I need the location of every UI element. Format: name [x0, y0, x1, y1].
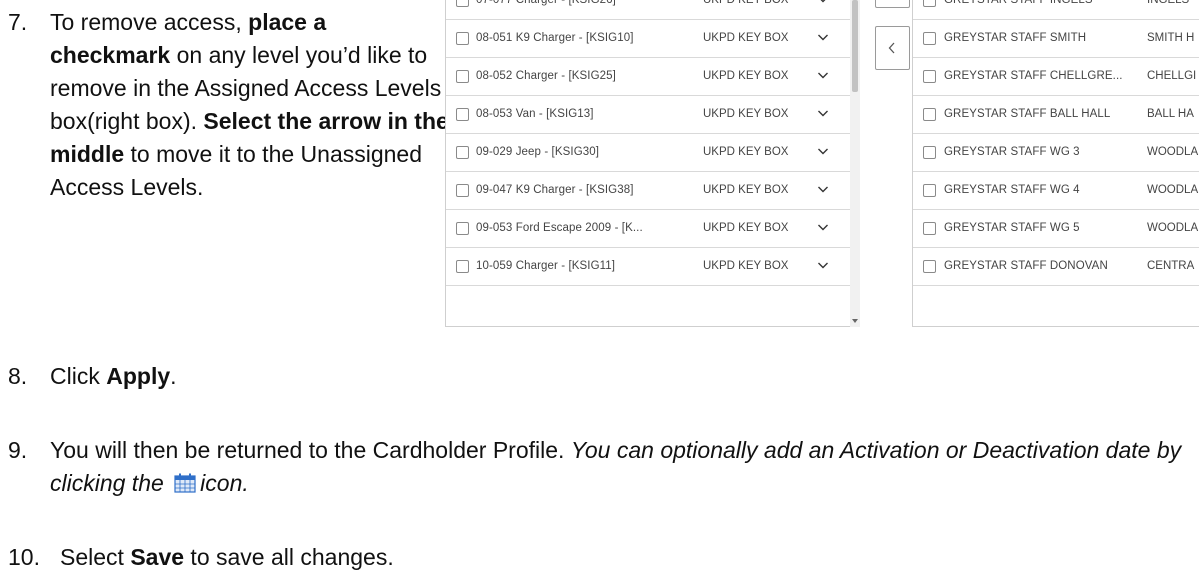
list-item[interactable]: 09-053 Ford Escape 2009 - [K... UKPD KEY …	[446, 210, 856, 248]
move-left-button[interactable]	[875, 26, 910, 70]
scroll-down-arrow-icon[interactable]	[852, 319, 858, 323]
access-level-name: 09-053 Ford Escape 2009 - [K...	[476, 222, 643, 234]
access-level-type: WOODLA	[1147, 184, 1199, 196]
chevron-left-icon	[888, 42, 895, 54]
step-8-text: Click Apply.	[50, 360, 177, 393]
access-level-type: UKPD KEY BOX	[703, 260, 789, 272]
row-checkbox[interactable]	[923, 0, 936, 7]
access-level-name: 07-077 Charger - [KSIG26]	[476, 0, 616, 6]
row-checkbox[interactable]	[923, 32, 936, 45]
access-level-name: 08-052 Charger - [KSIG25]	[476, 70, 616, 82]
step-number: 10.	[8, 544, 40, 570]
list-item[interactable]: 07-077 Charger - [KSIG26] UKPD KEY BOX	[446, 0, 856, 20]
list-item[interactable]: 09-047 K9 Charger - [KSIG38] UKPD KEY BOX	[446, 172, 856, 210]
access-levels-screenshot: 07-077 Charger - [KSIG26] UKPD KEY BOX 08-…	[445, 0, 1199, 327]
access-level-type: UKPD KEY BOX	[703, 146, 789, 158]
access-level-name: GREYSTAR STAFF CHELLGRE...	[944, 70, 1123, 82]
access-level-type: WOODLA	[1147, 222, 1199, 234]
row-checkbox[interactable]	[456, 0, 469, 7]
move-right-button[interactable]	[875, 0, 910, 8]
step-text: .	[170, 363, 177, 389]
row-checkbox[interactable]	[456, 32, 469, 45]
list-item[interactable]: GREYSTAR STAFF CHELLGRE... CHELLGI	[913, 58, 1199, 96]
row-checkbox[interactable]	[923, 108, 936, 121]
calendar-icon	[174, 473, 196, 493]
access-level-name: 08-053 Van - [KSIG13]	[476, 108, 594, 120]
access-level-name: GREYSTAR STAFF WG 4	[944, 184, 1080, 196]
list-item[interactable]: GREYSTAR STAFF WG 4 WOODLA	[913, 172, 1199, 210]
row-checkbox[interactable]	[923, 184, 936, 197]
access-level-type: SMITH H	[1147, 32, 1195, 44]
list-item[interactable]: GREYSTAR STAFF WG 3 WOODLA	[913, 134, 1199, 172]
access-level-name: GREYSTAR STAFF DONOVAN	[944, 260, 1108, 272]
step-text: To remove access,	[50, 9, 249, 35]
access-level-type: UKPD KEY BOX	[703, 184, 789, 196]
access-level-name: GREYSTAR STAFF INGELS	[944, 0, 1093, 6]
step-number: 9.	[8, 437, 28, 463]
list-item[interactable]: 08-051 K9 Charger - [KSIG10] UKPD KEY BOX	[446, 20, 856, 58]
access-level-type: WOODLA	[1147, 146, 1199, 158]
list-item[interactable]: GREYSTAR STAFF SMITH SMITH H	[913, 20, 1199, 58]
access-level-type: UKPD KEY BOX	[703, 222, 789, 234]
access-level-name: GREYSTAR STAFF WG 3	[944, 146, 1080, 158]
chevron-down-icon[interactable]	[817, 145, 829, 157]
access-level-type: INGELS	[1147, 0, 1190, 6]
chevron-down-icon[interactable]	[817, 0, 829, 5]
access-level-name: GREYSTAR STAFF WG 5	[944, 222, 1080, 234]
chevron-down-icon[interactable]	[817, 259, 829, 271]
access-level-type: UKPD KEY BOX	[703, 0, 789, 6]
row-checkbox[interactable]	[923, 222, 936, 235]
list-item[interactable]: GREYSTAR STAFF BALL HALL BALL HA	[913, 96, 1199, 134]
access-level-name: 09-029 Jeep - [KSIG30]	[476, 146, 600, 158]
list-item[interactable]: GREYSTAR STAFF DONOVAN CENTRA	[913, 248, 1199, 286]
chevron-down-icon[interactable]	[817, 107, 829, 119]
step-text: You will then be returned to the Cardhol…	[50, 437, 571, 463]
row-checkbox[interactable]	[456, 184, 469, 197]
row-checkbox[interactable]	[923, 146, 936, 159]
chevron-down-icon[interactable]	[817, 221, 829, 233]
scrollbar[interactable]	[850, 0, 860, 327]
step-bold-text: Save	[130, 544, 185, 570]
unassigned-access-levels-list: 07-077 Charger - [KSIG26] UKPD KEY BOX 08-…	[445, 0, 857, 327]
chevron-down-icon[interactable]	[817, 31, 829, 43]
access-level-type: CENTRA	[1147, 260, 1195, 272]
row-checkbox[interactable]	[456, 222, 469, 235]
row-checkbox[interactable]	[456, 260, 469, 273]
chevron-down-icon[interactable]	[817, 183, 829, 195]
step-text: Click	[50, 363, 107, 389]
step-italic-text: icon.	[200, 470, 249, 496]
list-item[interactable]: 08-052 Charger - [KSIG25] UKPD KEY BOX	[446, 58, 856, 96]
step-10-text: Select Save to save all changes.	[60, 541, 394, 574]
access-level-name: 08-051 K9 Charger - [KSIG10]	[476, 32, 634, 44]
step-number: 8.	[8, 363, 28, 389]
chevron-down-icon[interactable]	[817, 69, 829, 81]
access-level-type: UKPD KEY BOX	[703, 108, 789, 120]
list-item[interactable]: 08-053 Van - [KSIG13] UKPD KEY BOX	[446, 96, 856, 134]
access-level-name: 10-059 Charger - [KSIG11]	[476, 260, 616, 272]
assigned-access-levels-list: GREYSTAR STAFF INGELS INGELS GREYSTAR STAF…	[912, 0, 1199, 327]
list-item[interactable]: 09-029 Jeep - [KSIG30] UKPD KEY BOX	[446, 134, 856, 172]
step-number: 7.	[8, 9, 28, 35]
step-9-text: You will then be returned to the Cardhol…	[50, 434, 1199, 500]
step-text: to save all changes.	[184, 544, 394, 570]
access-level-type: CHELLGI	[1147, 70, 1197, 82]
step-7-text: To remove access, place a checkmark on a…	[50, 6, 450, 204]
list-item[interactable]: 10-059 Charger - [KSIG11] UKPD KEY BOX	[446, 248, 856, 286]
access-level-name: 09-047 K9 Charger - [KSIG38]	[476, 184, 634, 196]
step-text: Select	[60, 544, 131, 570]
access-level-name: GREYSTAR STAFF BALL HALL	[944, 108, 1111, 120]
list-item[interactable]: GREYSTAR STAFF WG 5 WOODLA	[913, 210, 1199, 248]
scrollbar-thumb[interactable]	[852, 0, 858, 92]
row-checkbox[interactable]	[456, 70, 469, 83]
step-bold-text: Apply	[106, 363, 171, 389]
row-checkbox[interactable]	[923, 260, 936, 273]
list-item[interactable]: GREYSTAR STAFF INGELS INGELS	[913, 0, 1199, 20]
access-level-name: GREYSTAR STAFF SMITH	[944, 32, 1087, 44]
access-level-type: UKPD KEY BOX	[703, 32, 789, 44]
row-checkbox[interactable]	[456, 108, 469, 121]
access-level-type: BALL HA	[1147, 108, 1194, 120]
row-checkbox[interactable]	[923, 70, 936, 83]
access-level-type: UKPD KEY BOX	[703, 70, 789, 82]
row-checkbox[interactable]	[456, 146, 469, 159]
